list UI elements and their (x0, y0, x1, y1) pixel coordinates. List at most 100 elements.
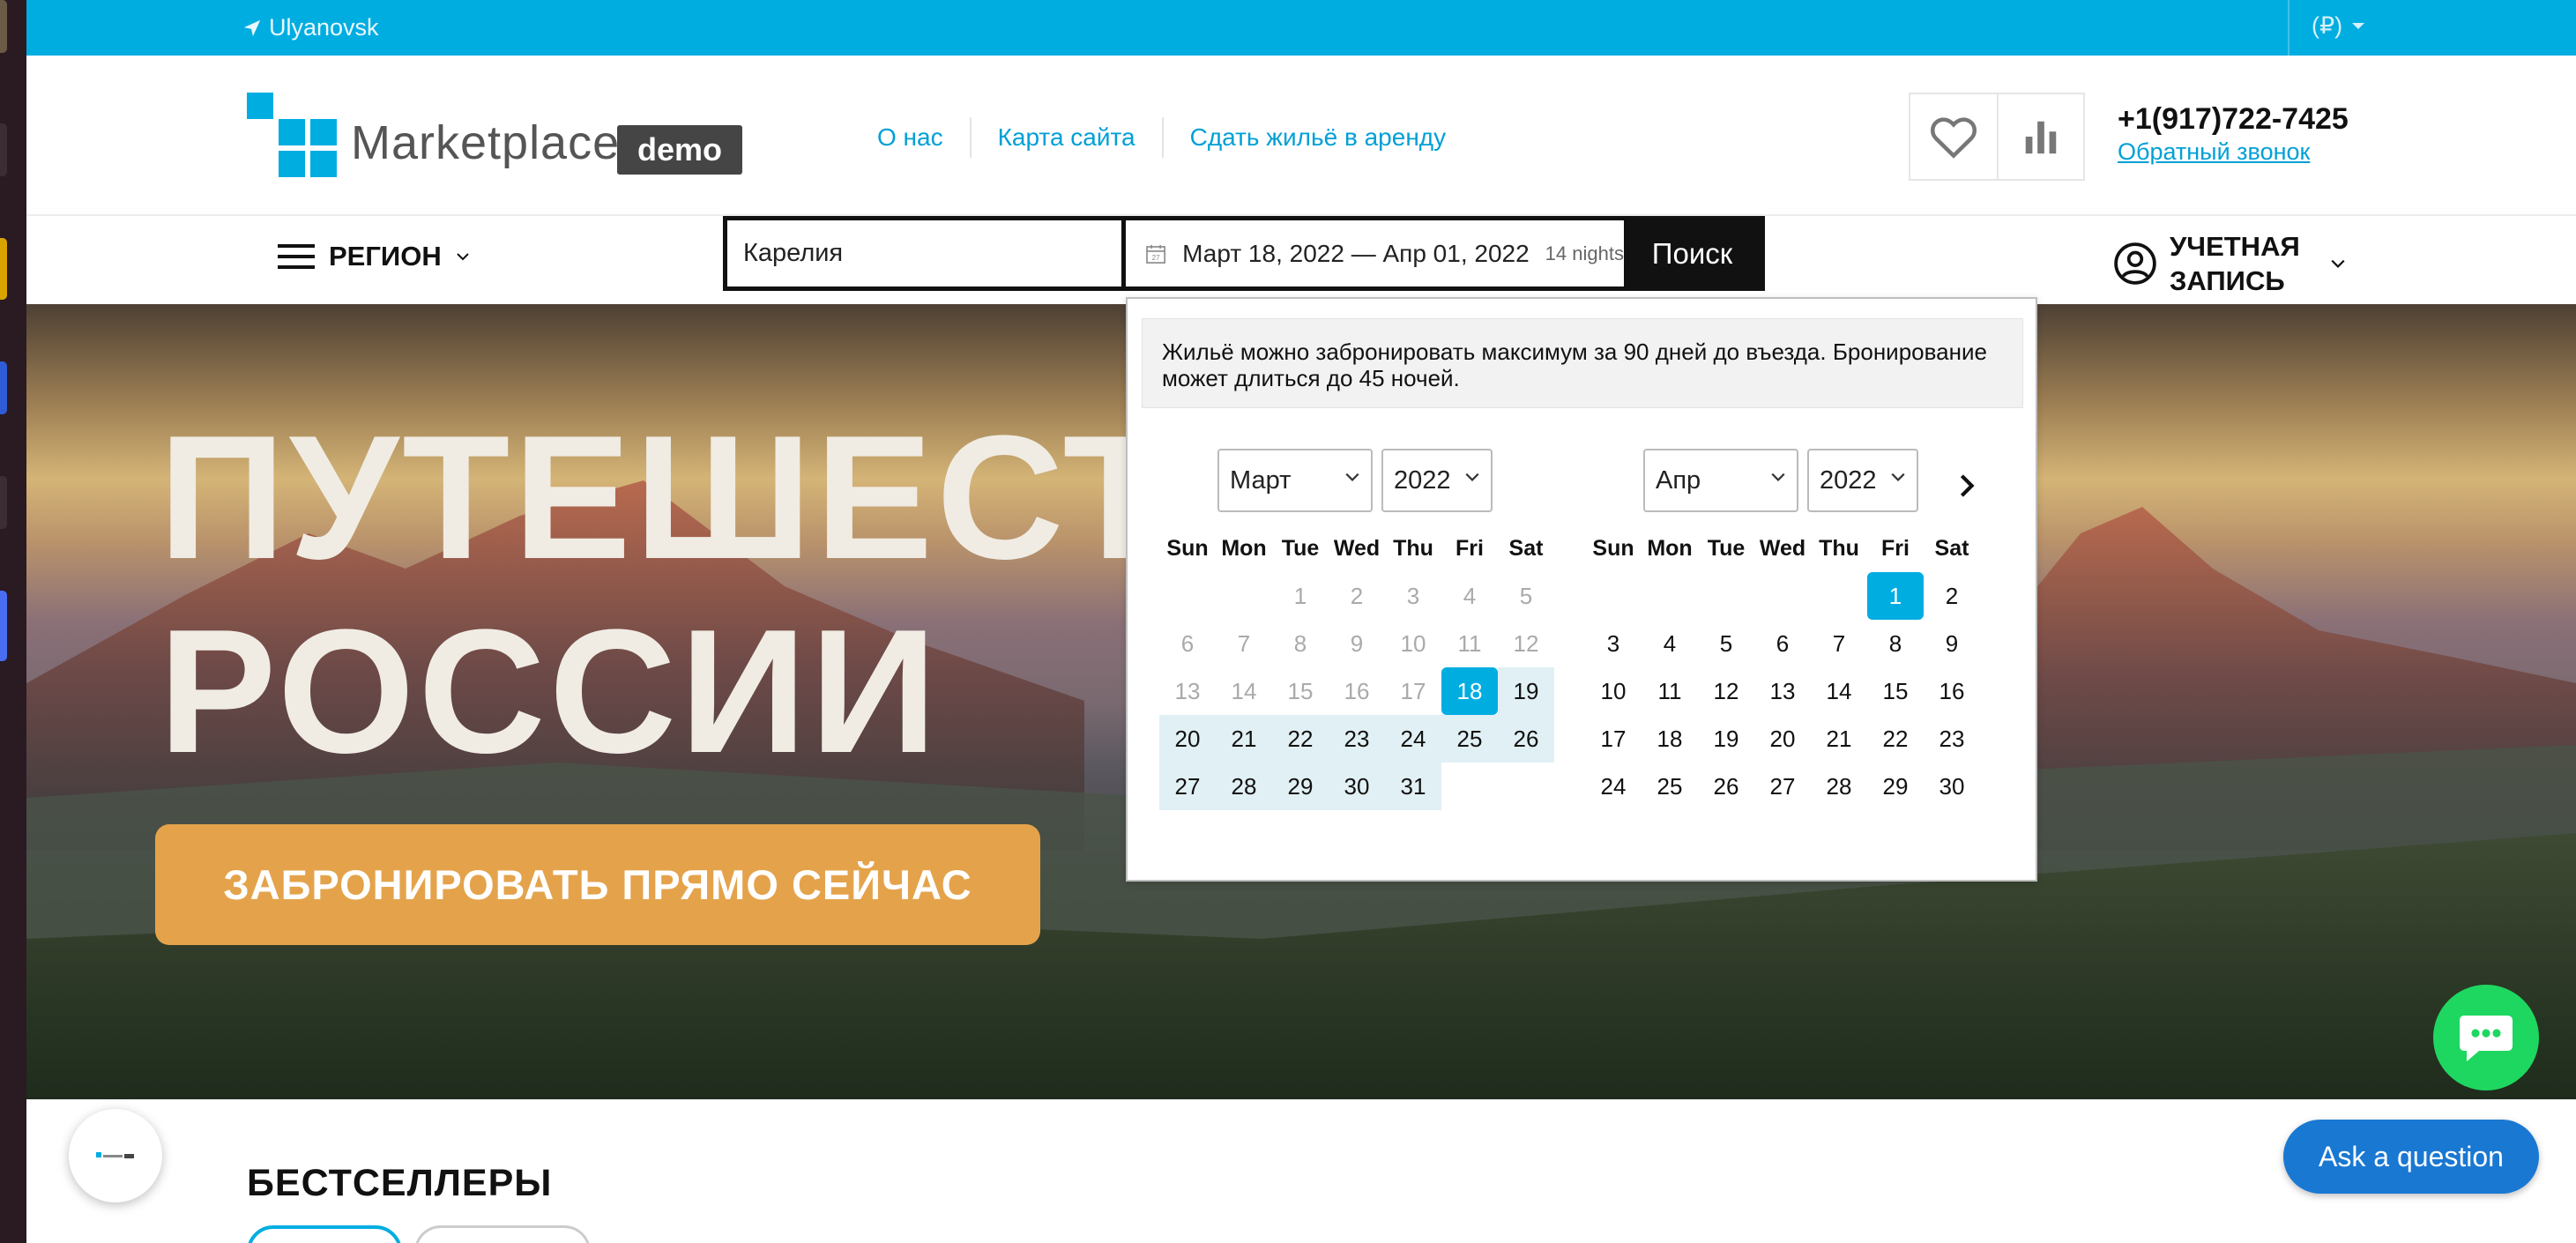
header-actions (1909, 93, 2085, 181)
book-now-button[interactable]: ЗАБРОНИРОВАТЬ ПРЯМО СЕЙЧАС (155, 824, 1040, 945)
chat-icon (2460, 1016, 2513, 1061)
account-menu[interactable]: УЧЕТНАЯ ЗАПИСЬ (2113, 229, 2346, 298)
year-select[interactable]: 2022 (1381, 449, 1493, 512)
day-cell[interactable]: 13 (1754, 667, 1811, 715)
day-cell[interactable]: 30 (1329, 763, 1385, 810)
day-cell[interactable]: 22 (1867, 715, 1924, 763)
wishlist-button[interactable] (1910, 94, 1997, 179)
destination-input[interactable] (727, 220, 1126, 287)
day-cell[interactable]: 5 (1698, 620, 1754, 667)
week-row: 10 11 12 13 14 15 16 (1585, 667, 1982, 715)
day-cell[interactable]: 7 (1811, 620, 1867, 667)
day-cell[interactable]: 10 (1585, 667, 1642, 715)
disabled-day: 11 (1457, 630, 1482, 657)
ask-question-button[interactable]: Ask a question (2283, 1120, 2539, 1194)
top-bar: Ulyanovsk (₽) (26, 0, 2576, 56)
day-cell[interactable]: 6 (1754, 620, 1811, 667)
day-cell[interactable]: 26 (1698, 763, 1754, 810)
day-cell[interactable]: 19 (1698, 715, 1754, 763)
nights-number: 14 (1545, 242, 1567, 264)
weekday-label: Sun (1166, 536, 1209, 561)
filter-tab[interactable] (414, 1225, 591, 1243)
day-cell[interactable]: 31 (1385, 763, 1441, 810)
day-cell[interactable]: 23 (1924, 715, 1980, 763)
day-cell[interactable]: 30 (1924, 763, 1980, 810)
week-row: 12 (1585, 572, 1982, 620)
day-cell[interactable]: 29 (1867, 763, 1924, 810)
weekday-label: Sat (1508, 536, 1544, 561)
floating-logo-widget[interactable] (69, 1109, 162, 1202)
month-select[interactable]: Апр (1643, 449, 1798, 512)
selected-day[interactable]: 1 (1867, 572, 1924, 620)
day-cell[interactable]: 9 (1924, 620, 1980, 667)
empty-day-cell (1698, 572, 1754, 620)
callback-link[interactable]: Обратный звонок (2118, 138, 2310, 166)
day-cell[interactable]: 23 (1329, 715, 1385, 763)
disabled-day: 4 (1463, 583, 1477, 609)
chat-button[interactable] (2433, 985, 2539, 1090)
year-select[interactable]: 2022 (1807, 449, 1918, 512)
nav-link-about[interactable]: О нас (851, 123, 970, 152)
day-cell[interactable]: 25 (1642, 763, 1698, 810)
chevron-right-icon (1960, 474, 1975, 497)
day-cell[interactable]: 15 (1867, 667, 1924, 715)
region-menu[interactable]: РЕГИОН (278, 241, 470, 272)
logo-square (279, 119, 305, 145)
week-row: 1 2 3 4 5 (1159, 572, 1556, 620)
date-range-field[interactable]: 27 Март 18, 2022 — Апр 01, 2022 14 night… (1126, 220, 1624, 287)
month-select[interactable]: Март (1217, 449, 1373, 512)
phone-number[interactable]: +1(917)722-7425 (2118, 102, 2349, 137)
search-button[interactable]: Поиск (1624, 220, 1761, 287)
day-cell[interactable]: 21 (1216, 715, 1272, 763)
search-bar: 27 Март 18, 2022 — Апр 01, 2022 14 night… (723, 216, 1765, 291)
day-cell[interactable]: 28 (1811, 763, 1867, 810)
day-cell[interactable]: 8 (1867, 620, 1924, 667)
empty-day-cell (1159, 572, 1216, 620)
weekday-label: Tue (1281, 536, 1320, 561)
location-selector[interactable]: Ulyanovsk (242, 14, 379, 41)
day-cell[interactable]: 20 (1159, 715, 1216, 763)
next-month-button[interactable] (1949, 468, 1984, 503)
day-cell[interactable]: 20 (1754, 715, 1811, 763)
logo-square (247, 93, 273, 119)
day-cell[interactable]: 11 (1642, 667, 1698, 715)
day-cell[interactable]: 16 (1924, 667, 1980, 715)
empty-day-cell (1216, 572, 1272, 620)
day-cell[interactable]: 17 (1585, 715, 1642, 763)
day-cell[interactable]: 27 (1754, 763, 1811, 810)
day-cell[interactable]: 26 (1498, 715, 1554, 763)
nav-link-rent-out[interactable]: Сдать жильё в аренду (1164, 123, 1473, 152)
weekday-label: Fri (1456, 536, 1484, 561)
selected-day[interactable]: 18 (1441, 667, 1498, 715)
month-select-value: Апр (1656, 466, 1701, 495)
logo-badge: demo (617, 125, 742, 175)
chevron-down-icon (457, 253, 469, 261)
empty-day-cell (1754, 572, 1811, 620)
os-side-strip (0, 0, 26, 1243)
nav-link-sitemap[interactable]: Карта сайта (972, 123, 1162, 152)
logo-square (310, 119, 337, 145)
day-cell[interactable]: 19 (1498, 667, 1554, 715)
empty-day-cell (1585, 572, 1642, 620)
day-cell[interactable]: 28 (1216, 763, 1272, 810)
filter-tab-active[interactable] (247, 1225, 402, 1243)
currency-selector[interactable]: (₽) (2312, 12, 2365, 40)
day-cell[interactable]: 25 (1441, 715, 1498, 763)
day-cell[interactable]: 12 (1698, 667, 1754, 715)
day-cell[interactable]: 29 (1272, 763, 1329, 810)
day-cell[interactable]: 24 (1385, 715, 1441, 763)
day-cell[interactable]: 2 (1924, 572, 1980, 620)
day-cell[interactable]: 3 (1585, 620, 1642, 667)
day-cell[interactable]: 22 (1272, 715, 1329, 763)
compare-button[interactable] (1996, 94, 2083, 179)
date-picker-popup: Жильё можно забронировать максимум за 90… (1126, 297, 2037, 882)
day-cell[interactable]: 4 (1642, 620, 1698, 667)
day-cell[interactable]: 24 (1585, 763, 1642, 810)
day-cell[interactable]: 21 (1811, 715, 1867, 763)
nights-count: 14 nights (1545, 242, 1624, 265)
day-cell[interactable]: 18 (1642, 715, 1698, 763)
disabled-day: 13 (1174, 678, 1201, 704)
day-cell[interactable]: 27 (1159, 763, 1216, 810)
month-select-value: Март (1230, 466, 1292, 495)
day-cell[interactable]: 14 (1811, 667, 1867, 715)
